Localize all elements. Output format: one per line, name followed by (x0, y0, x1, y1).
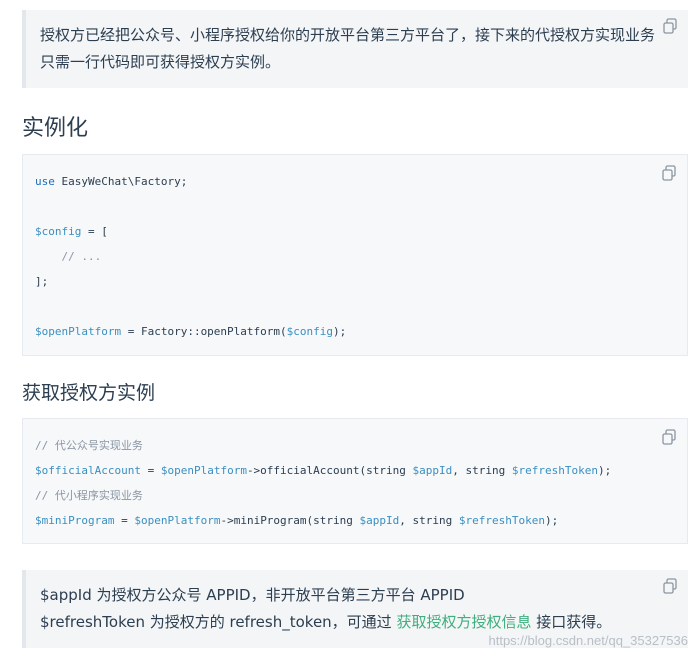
code-content: // 代公众号实现业务 $officialAccount = $openPlat… (35, 433, 611, 533)
code-variable: $config (286, 325, 334, 338)
code-variable: $appId (359, 514, 400, 527)
code-text: ); (597, 464, 612, 477)
code-comment: // 代公众号实现业务 (35, 439, 143, 452)
code-text: , string (399, 514, 459, 527)
code-text: ->officialAccount(string (246, 464, 413, 477)
code-variable: $openPlatform (160, 464, 247, 477)
params-note-line2-suffix: 接口获得。 (531, 613, 612, 631)
code-text: ); (333, 325, 347, 338)
code-comment: // 代小程序实现业务 (35, 489, 143, 502)
params-note-text: $appId 为授权方公众号 APPID，非开放平台第三方平台 APPID $r… (40, 582, 668, 636)
code-variable: $config (35, 225, 82, 238)
copy-icon[interactable] (662, 18, 678, 34)
code-variable: $openPlatform (35, 325, 122, 338)
copy-icon[interactable] (661, 429, 677, 445)
code-block-instantiate[interactable]: use EasyWeChat\Factory; $config = [ // .… (22, 154, 688, 356)
code-text: ->miniProgram(string (220, 514, 360, 527)
code-comment: // ... (35, 250, 102, 263)
code-text: EasyWeChat\Factory; (54, 175, 188, 188)
code-variable: $refreshToken (511, 464, 598, 477)
code-text: ); (544, 514, 559, 527)
code-block-get-instance[interactable]: // 代公众号实现业务 $officialAccount = $openPlat… (22, 418, 688, 544)
section-title-instantiate: 实例化 (22, 116, 89, 141)
code-variable: $appId (412, 464, 453, 477)
code-variable: $officialAccount (35, 464, 141, 477)
code-keyword: use (35, 175, 55, 188)
code-text: = [ (81, 225, 108, 238)
intro-note-text: 授权方已经把公众号、小程序授权给你的开放平台第三方平台了，接下来的代授权方实现业… (40, 26, 656, 71)
code-text: = Factory::openPlatform( (121, 325, 287, 338)
code-text: = (114, 514, 135, 527)
copy-icon[interactable] (661, 165, 677, 181)
code-text: = (140, 464, 161, 477)
section-title-get-instance: 获取授权方实例 (22, 382, 156, 404)
watermark: https://blog.csdn.net/qq_35327536 (488, 633, 689, 648)
params-note-line2: $refreshToken 为授权方的 refresh_token，可通过 获取… (40, 609, 668, 636)
intro-note: 授权方已经把公众号、小程序授权给你的开放平台第三方平台了，接下来的代授权方实现业… (22, 10, 688, 88)
params-note-line2-prefix: $refreshToken 为授权方的 refresh_token，可通过 (40, 613, 397, 631)
code-variable: $refreshToken (458, 514, 545, 527)
code-variable: $openPlatform (134, 514, 221, 527)
get-authorizer-info-link[interactable]: 获取授权方授权信息 (396, 613, 531, 631)
params-note-line1: $appId 为授权方公众号 APPID，非开放平台第三方平台 APPID (40, 586, 465, 604)
code-text: , string (452, 464, 512, 477)
code-content: use EasyWeChat\Factory; $config = [ // .… (35, 169, 346, 344)
code-text: ]; (35, 275, 49, 288)
code-variable: $miniProgram (35, 514, 115, 527)
